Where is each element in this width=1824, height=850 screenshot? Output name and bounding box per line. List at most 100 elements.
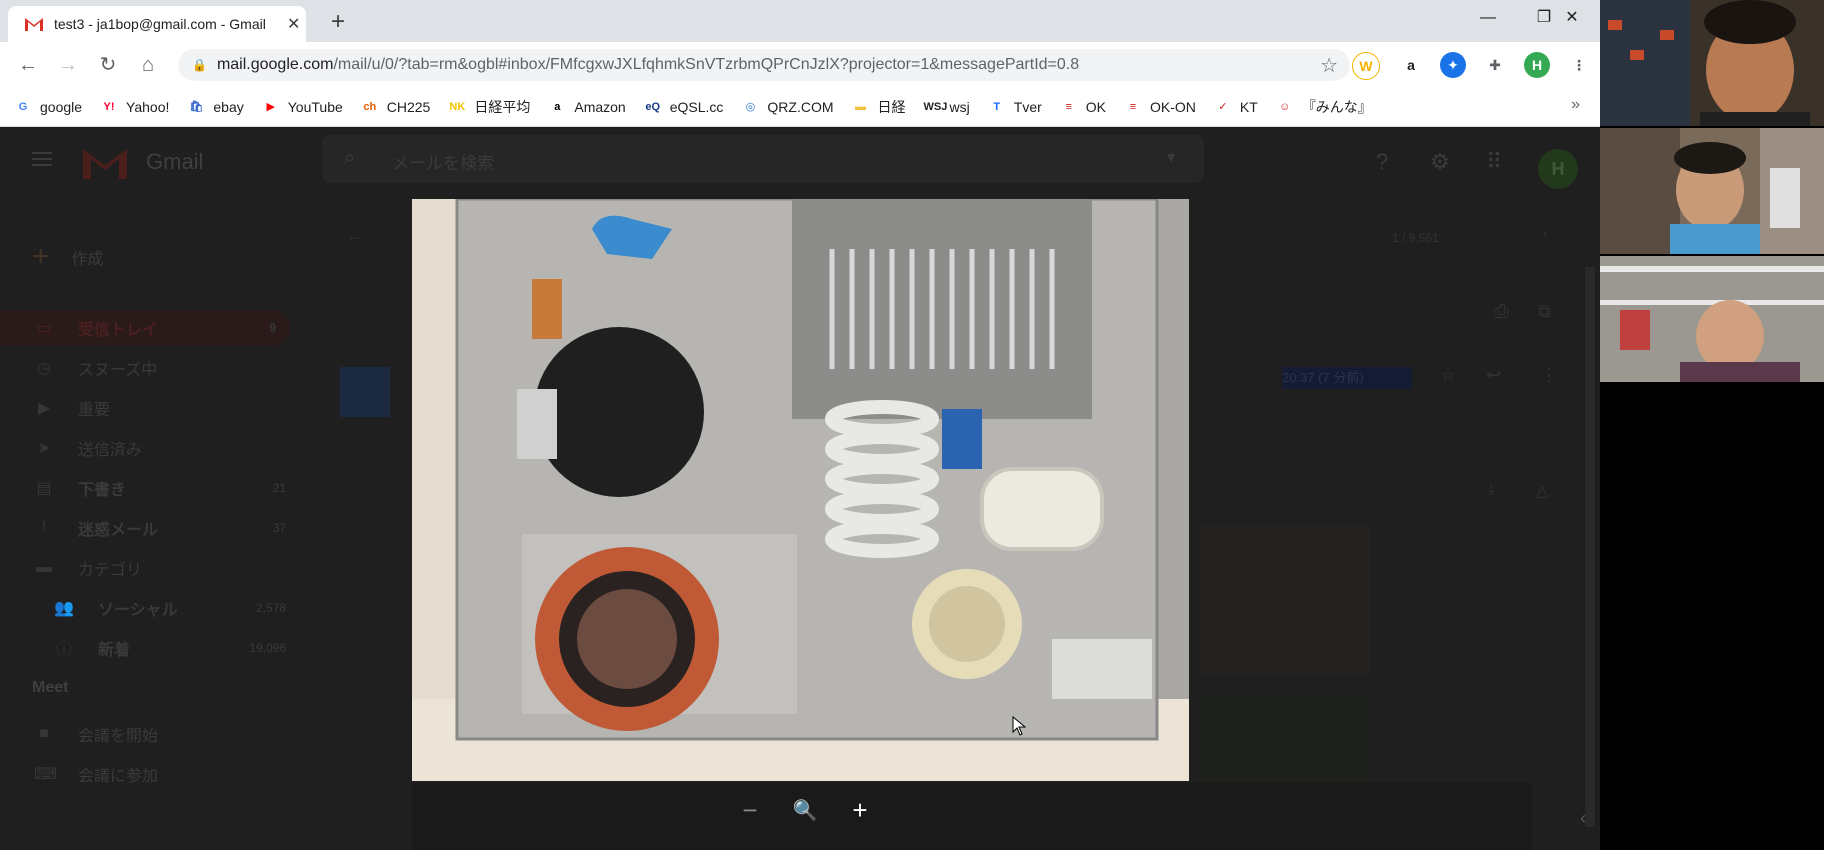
address-bar[interactable]: 🔒 mail.google.com /mail/u/0/?tab=rm&ogbl…	[178, 49, 1350, 81]
bookmark-folder[interactable]: ▬ 日経	[852, 97, 906, 117]
globe-extension-icon[interactable]: ✦	[1440, 52, 1466, 78]
open-new-window-icon[interactable]: ⧉	[1538, 301, 1551, 322]
bookmark-tver[interactable]: T Tver	[988, 98, 1041, 116]
print-icon[interactable]: ⎙	[1494, 301, 1508, 322]
ok-icon: ≡	[1065, 101, 1072, 113]
browser-window: test3 - ja1bop@gmail.com - Gmail ✕ + — ❐…	[0, 0, 1600, 850]
bookmark-minna[interactable]: ☺ 『みんな』	[1276, 97, 1372, 117]
nav-item-updates-info[interactable]: ⓘ 新着 19,096	[0, 630, 300, 666]
nav-item-label: 受信トレイ	[78, 322, 159, 339]
gmail-header: Gmail ⌕ メールを検索 ▼ ? ⚙ ⠿ H	[0, 127, 1600, 191]
nav-item-label: ソーシャル	[98, 602, 178, 619]
new-tab-button[interactable]: +	[324, 8, 352, 36]
bookmark-google[interactable]: Ggoogle	[14, 98, 82, 116]
zoom-out-button[interactable]: −	[730, 795, 770, 826]
bookmark-youtube[interactable]: ▶ YouTube	[262, 98, 343, 116]
profile-avatar[interactable]: H	[1524, 52, 1550, 78]
mouse-cursor-icon	[1012, 716, 1026, 736]
nav-item-spam[interactable]: ! 迷惑メール 37	[0, 510, 300, 546]
bookmark-label: Amazon	[574, 99, 626, 115]
snooze-clock-icon: ◷	[37, 360, 51, 377]
reload-button[interactable]: ↻	[92, 49, 124, 81]
bookmark-wsj[interactable]: WSJ wsj	[924, 98, 970, 116]
tab-gmail[interactable]: test3 - ja1bop@gmail.com - Gmail ✕	[8, 6, 306, 42]
bookmark-yahoo[interactable]: Y! Yahoo!	[100, 98, 170, 116]
nav-item-count: 21	[272, 481, 286, 495]
bookmark-kt[interactable]: ✓ KT	[1214, 98, 1258, 116]
back-to-inbox-icon[interactable]: ←	[346, 225, 364, 246]
download-icon[interactable]: ⤓	[1488, 481, 1495, 499]
bookmark-ebay[interactable]: 🛍 ebay	[187, 98, 243, 116]
yahoo-icon: Y!	[103, 101, 115, 113]
nav-item-snooze-clock[interactable]: ◷ スヌーズ中	[0, 350, 300, 386]
forward-button[interactable]: →	[52, 49, 84, 81]
bookmarks-overflow-icon[interactable]: »	[1571, 96, 1580, 114]
attachment-thumbnail[interactable]	[1200, 525, 1370, 675]
sent-icon: ➤	[37, 440, 51, 457]
bookmark-eqsl[interactable]: eQ eQSL.cc	[644, 98, 723, 116]
reply-icon[interactable]: ↩	[1486, 365, 1501, 386]
save-to-drive-icon[interactable]: △	[1536, 481, 1548, 501]
w-extension-icon[interactable]: W	[1352, 52, 1380, 80]
settings-gear-icon[interactable]: ⚙	[1430, 149, 1450, 175]
nk-icon: NK	[449, 101, 466, 113]
nav-item-sent[interactable]: ➤ 送信済み	[0, 430, 300, 466]
kebab-menu-icon[interactable]: ⋮	[1566, 52, 1592, 78]
spam-icon: !	[41, 519, 47, 536]
compose-label: 作成	[71, 251, 104, 268]
video-camera-icon: ■	[39, 725, 49, 742]
bookmark-label: ebay	[213, 99, 244, 115]
main-menu-icon[interactable]	[30, 147, 54, 171]
compose-button[interactable]: + 作成	[32, 237, 128, 277]
bookmark-label: CH225	[386, 99, 431, 115]
meet-start-item[interactable]: ■ 会議を開始	[0, 716, 300, 752]
bookmark-nk[interactable]: NK 日経平均	[448, 97, 530, 117]
zoom-reset-icon[interactable]: 🔍	[785, 798, 825, 823]
nav-item-social-people[interactable]: 👥 ソーシャル 2,578	[0, 590, 300, 626]
minimize-button[interactable]: —	[1460, 0, 1516, 36]
bookmark-ch225[interactable]: ch CH225	[361, 98, 431, 116]
ebay-icon: 🛍	[189, 101, 204, 113]
gmail-search-input[interactable]: ⌕ メールを検索 ▼	[322, 135, 1204, 183]
viewer-scroll-left-icon[interactable]: ‹	[1580, 808, 1586, 829]
search-placeholder: メールを検索	[392, 154, 494, 173]
nav-item-draft[interactable]: ▤ 下書き 21	[0, 470, 300, 506]
bookmarks-bar: Ggoogle Y! Yahoo! 🛍 ebay ▶ YouTube ch CH225 NK 日経平…	[0, 88, 1600, 127]
bookmark-label: QRZ.COM	[767, 99, 834, 115]
bookmark-qrz[interactable]: ◎ QRZ.COM	[741, 98, 834, 116]
nav-item-count: 19,096	[249, 641, 286, 655]
home-button[interactable]: ⌂	[132, 49, 164, 81]
bookmark-okon[interactable]: ≡ OK-ON	[1124, 98, 1196, 116]
help-icon[interactable]: ?	[1376, 149, 1388, 175]
next-arrow-icon[interactable]: ›	[1542, 225, 1547, 243]
more-options-icon[interactable]: ⋮	[1540, 365, 1558, 386]
bookmark-label: YouTube	[287, 99, 343, 115]
qrz-icon: ◎	[745, 101, 756, 113]
url-host: mail.google.com	[216, 56, 334, 73]
close-window-button[interactable]: ✕	[1544, 0, 1600, 36]
nav-item-category-label[interactable]: ▬ カテゴリ	[0, 550, 300, 586]
nav-item-label: 下書き	[78, 482, 127, 499]
meet-join-item[interactable]: ⌨ 会議に参加	[0, 756, 300, 792]
youtube-icon: ▶	[266, 101, 275, 113]
okon-icon: ≡	[1129, 101, 1137, 113]
star-icon[interactable]: ☆	[1440, 365, 1456, 386]
ch225-icon: ch	[363, 101, 377, 113]
amazon-extension-icon[interactable]: a	[1398, 52, 1424, 78]
video-tile-participant-2[interactable]	[1600, 128, 1824, 254]
scrollbar[interactable]	[1585, 267, 1595, 827]
bookmark-star-icon[interactable]: ☆	[1320, 53, 1338, 78]
search-options-icon[interactable]: ▼	[1164, 149, 1178, 165]
video-tile-participant-1[interactable]	[1600, 0, 1824, 126]
apps-grid-icon[interactable]: ⠿	[1486, 149, 1502, 175]
bookmark-ok[interactable]: ≡ OK	[1060, 98, 1106, 116]
tab-close-icon[interactable]: ✕	[287, 14, 300, 34]
bookmark-amazon[interactable]: a Amazon	[548, 98, 625, 116]
nav-item-important[interactable]: ▶ 重要	[0, 390, 300, 426]
nav-item-inbox[interactable]: ▭ 受信トレイ 9	[0, 310, 290, 346]
account-avatar[interactable]: H	[1538, 149, 1578, 189]
video-tile-participant-3[interactable]	[1600, 256, 1824, 382]
back-button[interactable]: ←	[12, 49, 44, 81]
zoom-in-button[interactable]: +	[840, 795, 880, 826]
puzzle-icon[interactable]: ✚	[1482, 52, 1508, 78]
